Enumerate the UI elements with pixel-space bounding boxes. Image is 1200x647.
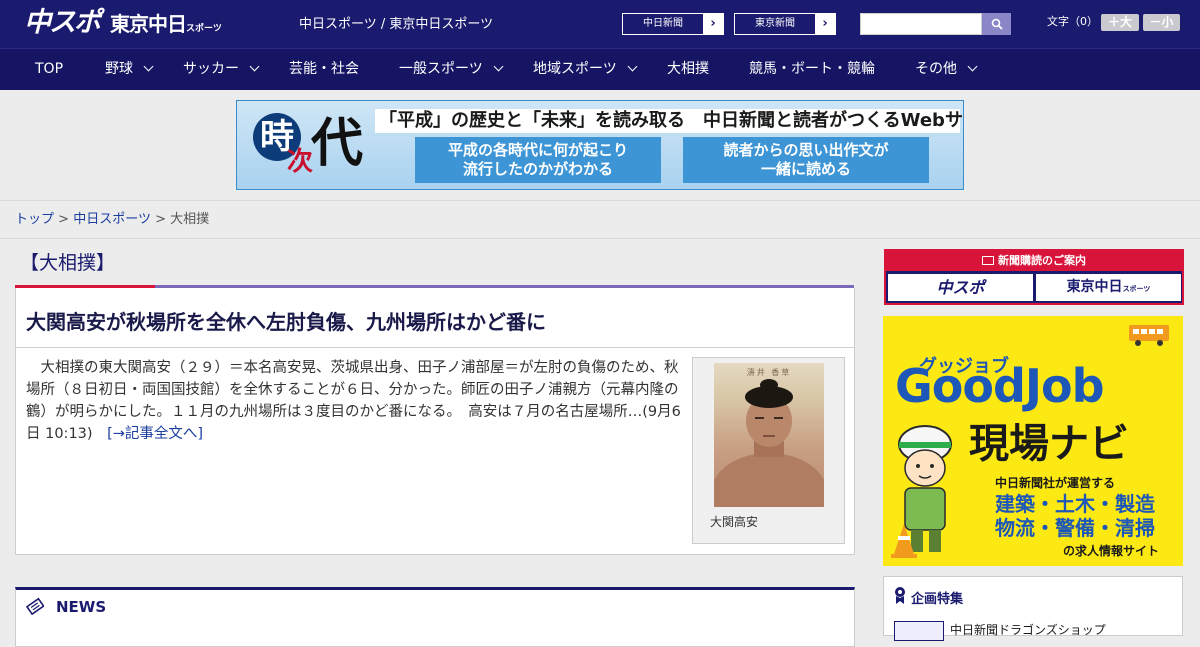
- ribbon-icon: [895, 587, 905, 604]
- nav-label: サッカー: [183, 61, 239, 77]
- goodjob-ad[interactable]: グッジョブ GoodJob 現場ナビ 中日新聞社が運営する 建築・土木・製造 物…: [883, 316, 1183, 566]
- jidai-ad-banner[interactable]: 時 次 代 「平成」の歴史と「未来」を読み取る 中日新聞と読者がつくるWebサイ…: [236, 100, 964, 190]
- article-divider: [16, 347, 854, 348]
- dragons-shop-thumbnail[interactable]: [894, 621, 944, 641]
- subscription-title: 新聞購読のご案内: [886, 251, 1182, 271]
- nav-item-racing[interactable]: 競馬・ボート・競輪: [749, 49, 875, 91]
- bus-icon: [1129, 325, 1169, 346]
- font-larger-button[interactable]: ＋大: [1101, 14, 1139, 31]
- nav-item-entertainment[interactable]: 芸能・社会: [289, 49, 359, 91]
- banner-box-line: 流行したのかがわかる: [462, 160, 613, 178]
- search-icon: [991, 18, 1003, 30]
- article-photo-box[interactable]: 濤井 香草 大関高安: [692, 357, 845, 544]
- tokyo-shimbun-label: 東京新聞: [755, 18, 795, 29]
- subscribe-tokyo-text: 東京中日: [1066, 279, 1123, 295]
- category-title: 【大相撲】: [20, 252, 116, 274]
- wrestler-photo: 濤井 香草: [714, 363, 824, 507]
- breadcrumb-current: 大相撲: [170, 212, 210, 227]
- feature-section: 企画特集 中日新聞ドラゴンズショップ: [883, 576, 1183, 641]
- goodjob-industries-1: 建築・土木・製造: [995, 492, 1155, 516]
- read-more-link[interactable]: [→記事全文へ]: [107, 426, 203, 442]
- font-smaller-button[interactable]: －小: [1143, 14, 1180, 31]
- newspaper-icon: [982, 256, 994, 265]
- chunichi-shimbun-label: 中日新聞: [643, 18, 683, 29]
- chevron-right-icon: ›: [703, 14, 723, 34]
- banner-headline: 「平成」の歴史と「未来」を読み取る 中日新聞と読者がつくるWebサイト: [375, 109, 963, 133]
- search-input[interactable]: [860, 13, 982, 35]
- chunichi-shimbun-button[interactable]: 中日新聞 ›: [622, 13, 724, 35]
- font-size-label: 文字（0）: [1047, 15, 1098, 28]
- search-button[interactable]: [982, 13, 1011, 35]
- nav-label: 地域スポーツ: [533, 61, 617, 77]
- chevron-down-icon: [627, 61, 638, 72]
- article-headline[interactable]: 大関高安が秋場所を全休へ左肘負傷、九州場所はかど番に: [26, 308, 546, 336]
- goodjob-operator: 中日新聞社が運営する: [995, 476, 1116, 490]
- breadcrumb-separator: >: [155, 212, 166, 227]
- wrestler-figure: [714, 379, 824, 507]
- feature-title: 企画特集: [911, 592, 964, 607]
- subscribe-tokyo-small: スポーツ: [1122, 285, 1151, 293]
- banner-box-memories: 読者からの思い出作文が 一緒に読める: [683, 137, 929, 183]
- kanji-dai: 代: [311, 113, 364, 174]
- nav-label: 一般スポーツ: [399, 61, 483, 77]
- news-icon: [26, 597, 44, 615]
- chuspo-logo[interactable]: 中スポ: [24, 8, 101, 38]
- traffic-cone-icon: [891, 524, 917, 558]
- chevron-down-icon: [249, 61, 260, 72]
- article-card: 大関高安が秋場所を全休へ左肘負傷、九州場所はかど番に 大相撲の東大関高安（２９）…: [15, 288, 855, 555]
- news-section-title: NEWS: [56, 598, 107, 616]
- tokyo-shimbun-button[interactable]: 東京新聞 ›: [734, 13, 836, 35]
- nav-item-baseball[interactable]: 野球: [105, 49, 154, 91]
- banner-kanji-logo: 時 次 代: [249, 107, 371, 185]
- subscribe-chuspo-button[interactable]: 中スポ: [888, 274, 1033, 301]
- goodjob-logo: GoodJob: [895, 359, 1105, 413]
- nav-label: 野球: [105, 61, 133, 77]
- chevron-down-icon: [967, 61, 978, 72]
- nav-label: TOP: [35, 61, 64, 77]
- banner-box-history: 平成の各時代に何が起こり 流行したのかがわかる: [415, 137, 661, 183]
- nav-item-sumo[interactable]: 大相撲: [667, 49, 709, 91]
- goodjob-industries-2: 物流・警備・清掃: [995, 516, 1155, 540]
- breadcrumb-bar: トップ > 中日スポーツ > 大相撲: [0, 200, 1200, 239]
- site-title-link[interactable]: 中日スポーツ / 東京中日スポーツ: [299, 16, 493, 34]
- nav-item-other[interactable]: その他: [915, 49, 978, 91]
- tokyo-chunichi-logo[interactable]: 東京中日スポーツ: [110, 12, 222, 41]
- breadcrumb-section-link[interactable]: 中日スポーツ: [73, 212, 151, 227]
- main-nav: TOP 野球 サッカー 芸能・社会 一般スポーツ 地域スポーツ 大相撲 競馬・ボ…: [0, 48, 1200, 90]
- chevron-right-icon: ›: [815, 14, 835, 34]
- nav-label: 大相撲: [667, 61, 709, 77]
- nav-label: 競馬・ボート・競輪: [749, 61, 875, 77]
- breadcrumb: トップ > 中日スポーツ > 大相撲: [15, 211, 209, 229]
- nav-item-soccer[interactable]: サッカー: [183, 49, 260, 91]
- breadcrumb-separator: >: [58, 212, 70, 227]
- breadcrumb-top-link[interactable]: トップ: [15, 212, 54, 227]
- nav-label: 芸能・社会: [289, 61, 359, 77]
- site-header: 中スポ 東京中日スポーツ 中日スポーツ / 東京中日スポーツ 中日新聞 › 東京…: [0, 0, 1200, 48]
- tokyo-logo-text: 東京中日: [110, 12, 187, 36]
- banner-box-line: 平成の各時代に何が起こり: [447, 141, 628, 159]
- banner-box-line: 読者からの思い出作文が: [723, 141, 889, 159]
- subscription-box: 新聞購読のご案内 中スポ 東京中日スポーツ: [884, 249, 1184, 305]
- nav-item-regional-sports[interactable]: 地域スポーツ: [533, 49, 638, 91]
- article-body: 大相撲の東大関高安（２９）＝本名高安晃、茨城県出身、田子ノ浦部屋＝が左肘の負傷の…: [26, 357, 684, 445]
- chevron-down-icon: [493, 61, 504, 72]
- nav-label: その他: [915, 61, 957, 77]
- nav-item-general-sports[interactable]: 一般スポーツ: [399, 49, 504, 91]
- photo-caption: 大関高安: [710, 515, 759, 529]
- tokyo-logo-small: スポーツ: [186, 24, 222, 34]
- kanji-tsugi: 次: [287, 147, 314, 177]
- nav-item-top[interactable]: TOP: [35, 49, 63, 91]
- news-section: NEWS: [15, 587, 855, 647]
- subscription-title-text: 新聞購読のご案内: [998, 254, 1086, 267]
- goodjob-footer: の求人情報サイト: [1063, 544, 1160, 558]
- banner-box-line: 一緒に読める: [760, 160, 851, 178]
- subscribe-tokyo-chunichi-button[interactable]: 東京中日スポーツ: [1036, 274, 1181, 301]
- chevron-down-icon: [143, 61, 154, 72]
- goodjob-navi-title: 現場ナビ: [969, 421, 1129, 467]
